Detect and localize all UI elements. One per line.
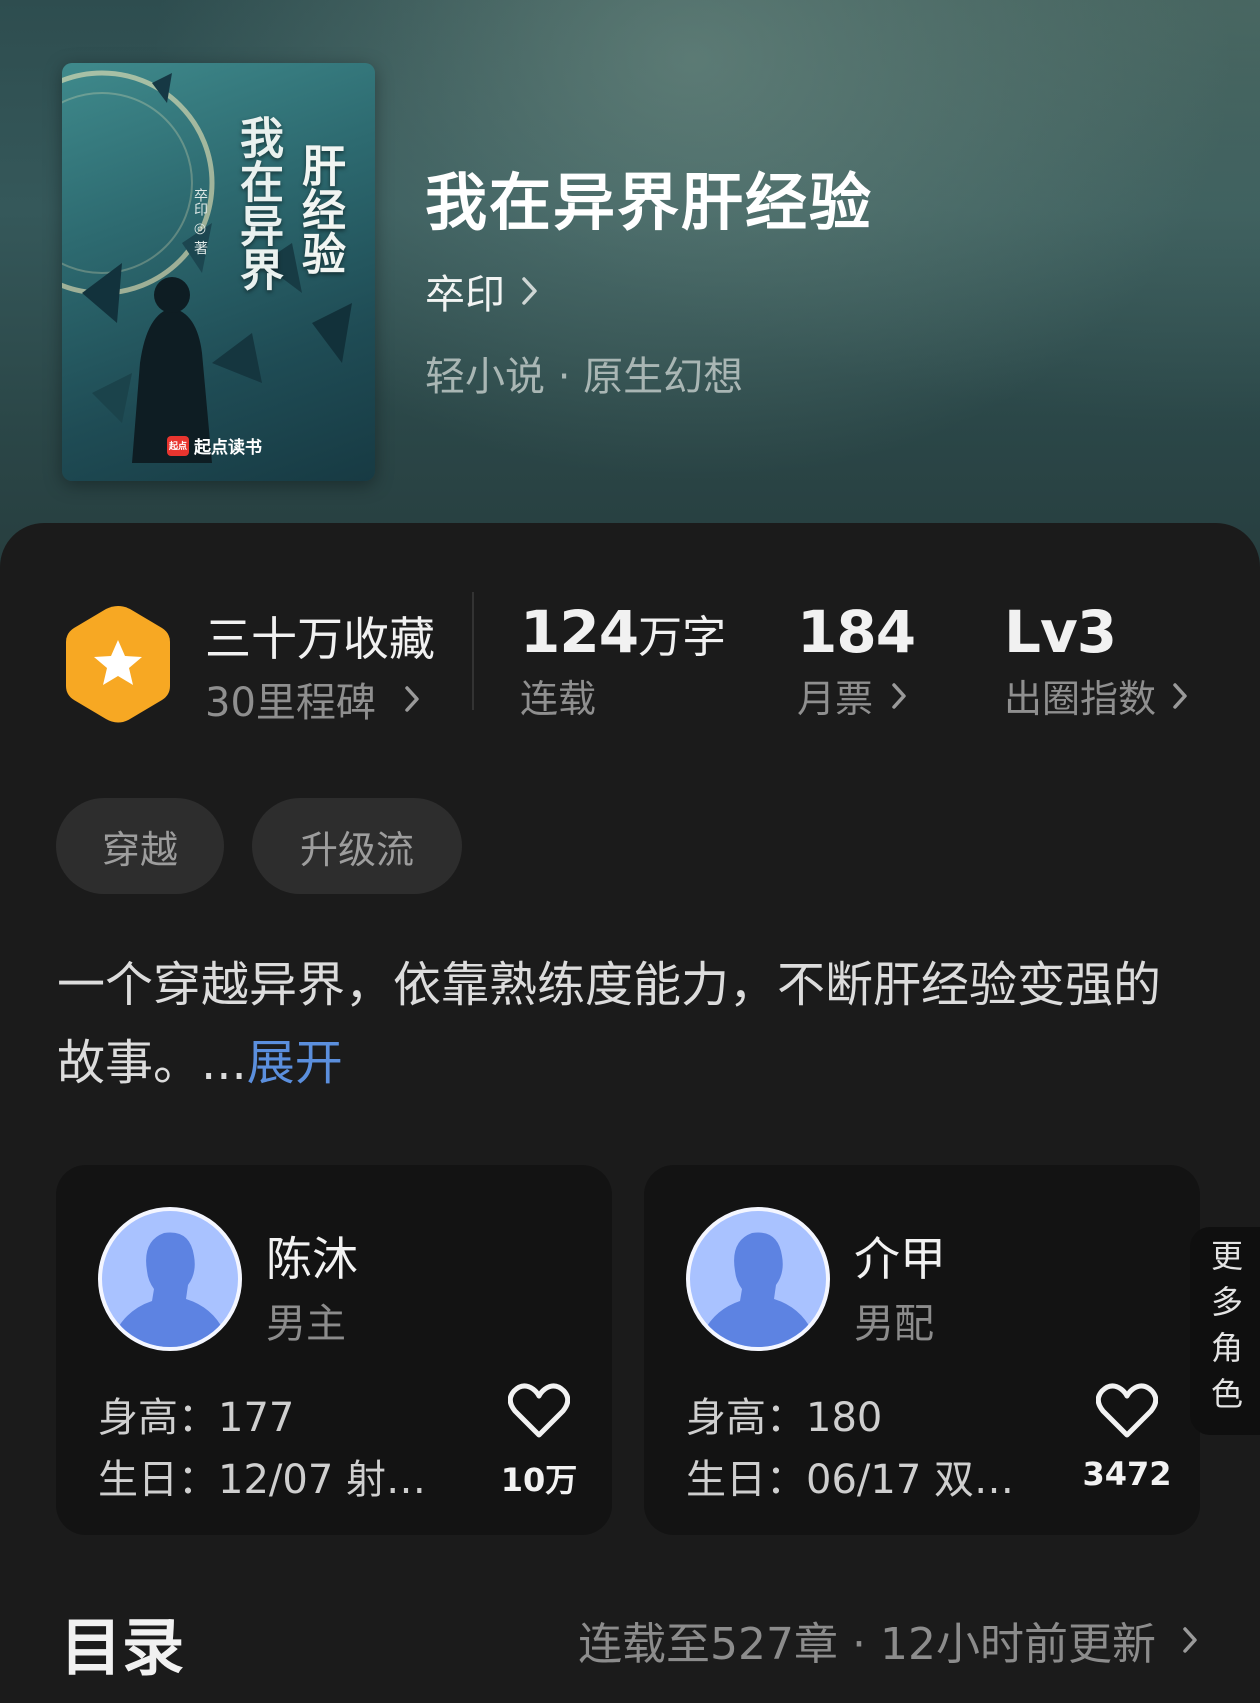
publisher-badge-icon: 起点	[167, 435, 189, 456]
tag-chip[interactable]: 升级流	[252, 798, 462, 894]
popularity-label: 出圈指数	[1004, 677, 1157, 721]
monthly-votes-link[interactable]: 月票	[797, 668, 907, 723]
milestone-label: 30里程碑	[205, 680, 376, 726]
person-silhouette-icon	[116, 1232, 224, 1347]
popularity-link[interactable]: 出圈指数	[1004, 668, 1188, 723]
cover-author: 卒印 ◎ 著	[192, 188, 208, 255]
word-count-value: 124	[520, 598, 639, 666]
monthly-votes: 184	[797, 598, 916, 666]
character-birthday: 生日：12/07 射…	[98, 1457, 426, 1503]
character-avatar	[686, 1207, 830, 1351]
toc-link[interactable]: 连载至527章 · 12小时前更新	[578, 1608, 1198, 1672]
character-role: 男主	[266, 1301, 346, 1347]
tag-chip[interactable]: 穿越	[56, 798, 224, 894]
character-card[interactable]: 陈沐 男主 身高：177 生日：12/07 射… 10万	[56, 1165, 612, 1535]
publisher-logo: 起点 起点读书	[167, 433, 262, 458]
like-count: 10万	[500, 1461, 578, 1499]
character-name: 陈沐	[266, 1232, 358, 1286]
person-silhouette-icon	[704, 1232, 812, 1347]
popularity-level: Lv3	[1004, 598, 1117, 666]
character-role: 男配	[854, 1301, 934, 1347]
cover-title-line2: 肝经验	[294, 143, 345, 275]
character-height: 身高：180	[686, 1395, 883, 1441]
like-count: 3472	[1082, 1455, 1172, 1493]
book-description: 一个穿越异界，依靠熟练度能力，不断肝经验变强的故事。...展开	[57, 946, 1207, 1102]
description-text: 一个穿越异界，依靠熟练度能力，不断肝经验变强的故事。...	[57, 957, 1162, 1091]
chevron-right-icon	[522, 277, 537, 305]
monthly-votes-value: 184	[797, 598, 916, 666]
heart-icon[interactable]	[1096, 1383, 1158, 1439]
cover-title-line1: 我在异界	[232, 115, 283, 291]
word-count-unit: 万字	[638, 612, 727, 663]
character-card[interactable]: 介甲 男配 身高：180 生日：06/17 双… 3472	[644, 1165, 1200, 1535]
monthly-votes-label: 月票	[797, 677, 874, 721]
author-name: 卒印	[425, 272, 505, 318]
more-roles-button[interactable]: 更多角色	[1190, 1227, 1260, 1435]
word-count: 124万字	[520, 598, 726, 666]
character-avatar	[98, 1207, 242, 1351]
toc-status-text: 连载至527章 · 12小时前更新	[578, 1619, 1156, 1670]
author-link[interactable]: 卒印	[425, 262, 539, 320]
publisher-name: 起点读书	[194, 438, 262, 458]
serial-status-label: 连载	[520, 668, 596, 723]
book-title: 我在异界肝经验	[425, 166, 874, 239]
heart-icon[interactable]	[508, 1383, 570, 1439]
chevron-right-icon	[405, 686, 419, 712]
character-height: 身高：177	[98, 1395, 295, 1441]
star-hexagon-icon	[66, 606, 170, 723]
popularity-value: Lv3	[1004, 598, 1117, 666]
book-cover-image[interactable]: 肝经验 我在异界 卒印 ◎ 著 起点 起点读书	[62, 63, 375, 481]
character-birthday: 生日：06/17 双…	[686, 1457, 1014, 1503]
stats-divider	[472, 592, 474, 710]
serial-status-text: 连载	[520, 677, 597, 721]
collection-title: 三十万收藏	[205, 612, 435, 666]
chevron-right-icon	[1173, 682, 1187, 709]
expand-link[interactable]: 展开	[247, 1035, 343, 1091]
chevron-right-icon	[1183, 1627, 1197, 1653]
more-roles-label: 更多角色	[1206, 1239, 1244, 1423]
chevron-right-icon	[892, 682, 906, 709]
character-name: 介甲	[854, 1232, 946, 1286]
toc-title: 目录	[60, 1611, 185, 1684]
milestone-link[interactable]: 30里程碑	[205, 670, 420, 728]
book-genre: 轻小说 · 原生幻想	[425, 354, 744, 400]
